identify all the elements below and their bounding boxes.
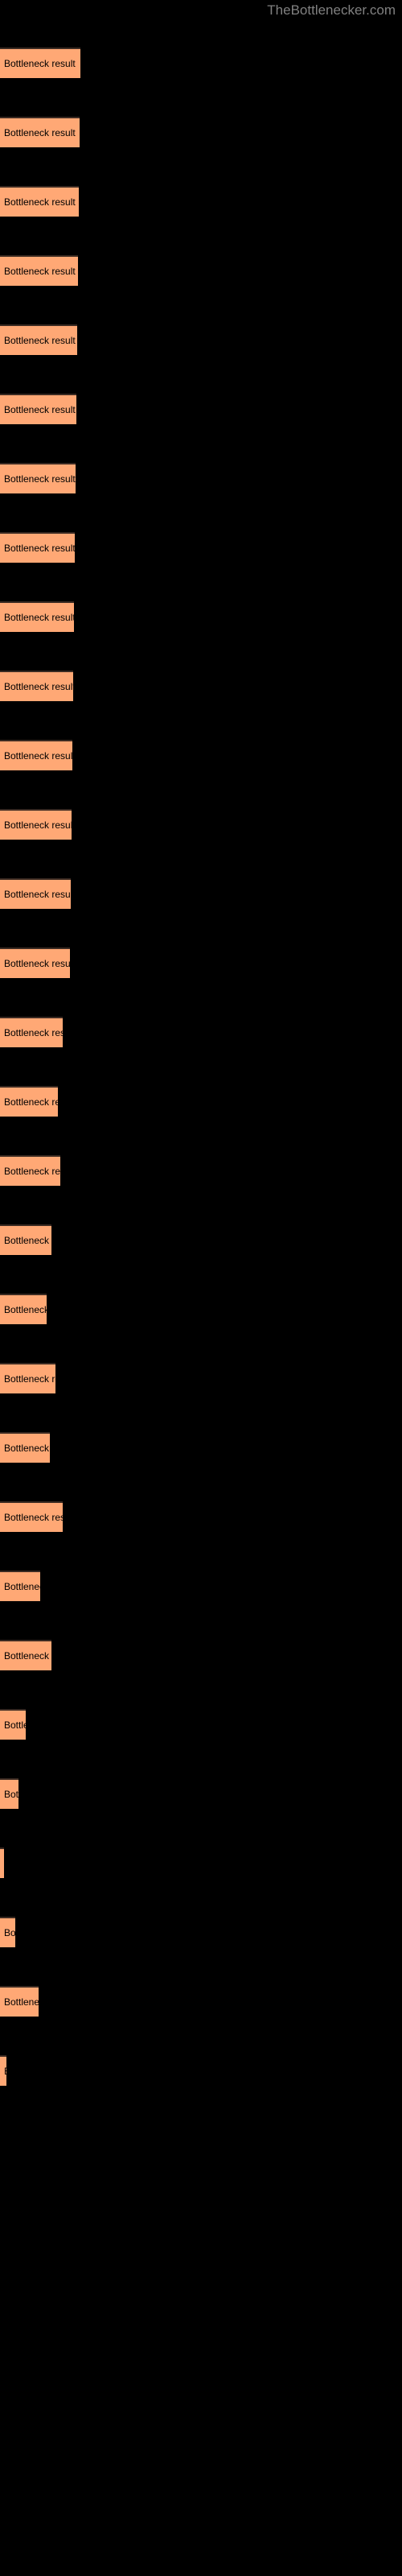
bar-label: Bottleneck result (4, 1443, 50, 1454)
bottleneck-result-bar[interactable]: Bottleneck result (0, 1155, 60, 1186)
bottleneck-result-bar[interactable]: Bottleneck result (0, 1363, 55, 1393)
bottleneck-result-bar[interactable]: Bottleneck result (0, 1986, 39, 2017)
bottleneck-result-bar[interactable]: Bottleneck result (0, 1432, 50, 1463)
bar-label: Bottleneck result (4, 543, 75, 554)
bottleneck-result-bar[interactable]: Bottleneck result (0, 394, 76, 424)
bottleneck-chart: TheBottlenecker.com Bottleneck result Bot… (0, 0, 402, 2576)
bar-label: Bottleneck result (4, 1719, 26, 1731)
bar-label: Bottleneck result (4, 2066, 6, 2077)
bar-label: Bottleneck result (4, 404, 76, 415)
bottleneck-result-bar[interactable]: Bottleneck result (0, 324, 77, 355)
bar-label: Bottleneck result (4, 750, 72, 762)
bottleneck-result-bar[interactable]: Bottleneck result (0, 1917, 15, 1947)
bottleneck-result-bar[interactable]: Bottleneck result (0, 1847, 4, 1878)
bottleneck-result-bar[interactable]: Bottleneck result (0, 878, 71, 909)
bar-label: Bottleneck result (4, 1581, 40, 1592)
bar-label: Bottleneck result (4, 1096, 58, 1108)
bottleneck-result-bar[interactable]: Bottleneck result (0, 809, 72, 840)
bottleneck-result-bar[interactable]: Bottleneck result (0, 47, 80, 78)
bottleneck-result-bar[interactable]: Bottleneck result (0, 532, 75, 563)
bottleneck-result-bar[interactable]: Bottleneck result (0, 1294, 47, 1324)
bottleneck-result-bar[interactable]: Bottleneck result (0, 1778, 18, 1809)
bar-label: Bottleneck result (4, 127, 76, 138)
bottleneck-result-bar[interactable]: Bottleneck result (0, 1086, 58, 1117)
bar-label: Bottleneck result (4, 58, 76, 69)
bar-label: Bottleneck result (4, 1996, 39, 2008)
bar-label: Bottleneck result (4, 196, 76, 208)
bar-label: Bottleneck result (4, 1027, 63, 1038)
bar-label: Bottleneck result (4, 612, 74, 623)
bottleneck-result-bar[interactable]: Bottleneck result (0, 117, 80, 147)
bar-list: Bottleneck result Bottleneck result Bottle… (0, 0, 402, 2576)
bar-label: Bottleneck result (4, 473, 76, 485)
bar-label: Bottleneck result (4, 1927, 15, 1938)
bottleneck-result-bar[interactable]: Bottleneck result (0, 1017, 63, 1047)
bar-label: Bottleneck result (4, 889, 71, 900)
bar-label: Bottleneck result (4, 1235, 51, 1246)
bottleneck-result-bar[interactable]: Bottleneck result (0, 740, 72, 770)
bar-label: Bottleneck result (4, 1373, 55, 1385)
bar-label: Bottleneck result (4, 819, 72, 831)
bottleneck-result-bar[interactable]: Bottleneck result (0, 1709, 26, 1740)
bottleneck-result-bar[interactable]: Bottleneck result (0, 1224, 51, 1255)
bottleneck-result-bar[interactable]: Bottleneck result (0, 463, 76, 493)
bottleneck-result-bar[interactable]: Bottleneck result (0, 671, 73, 701)
bar-label: Bottleneck result (4, 1304, 47, 1315)
bottleneck-result-bar[interactable]: Bottleneck result (0, 186, 79, 217)
bottleneck-result-bar[interactable]: Bottleneck result (0, 255, 78, 286)
bottleneck-result-bar[interactable]: Bottleneck result (0, 1640, 51, 1670)
bar-label: Bottleneck result (4, 266, 76, 277)
bar-label: Bottleneck result (4, 1650, 51, 1662)
bar-label: Bottleneck result (4, 1166, 60, 1177)
bottleneck-result-bar[interactable]: Bottleneck result (0, 1501, 63, 1532)
bar-label: Bottleneck result (4, 335, 76, 346)
bar-label: Bottleneck result (4, 1512, 63, 1523)
bar-label: Bottleneck result (4, 958, 70, 969)
bottleneck-result-bar[interactable]: Bottleneck result (0, 947, 70, 978)
bottleneck-result-bar[interactable]: Bottleneck result (0, 2055, 6, 2086)
bar-label: Bottleneck result (4, 1789, 18, 1800)
bottleneck-result-bar[interactable]: Bottleneck result (0, 1571, 40, 1601)
bottleneck-result-bar[interactable]: Bottleneck result (0, 601, 74, 632)
bar-label: Bottleneck result (4, 681, 73, 692)
